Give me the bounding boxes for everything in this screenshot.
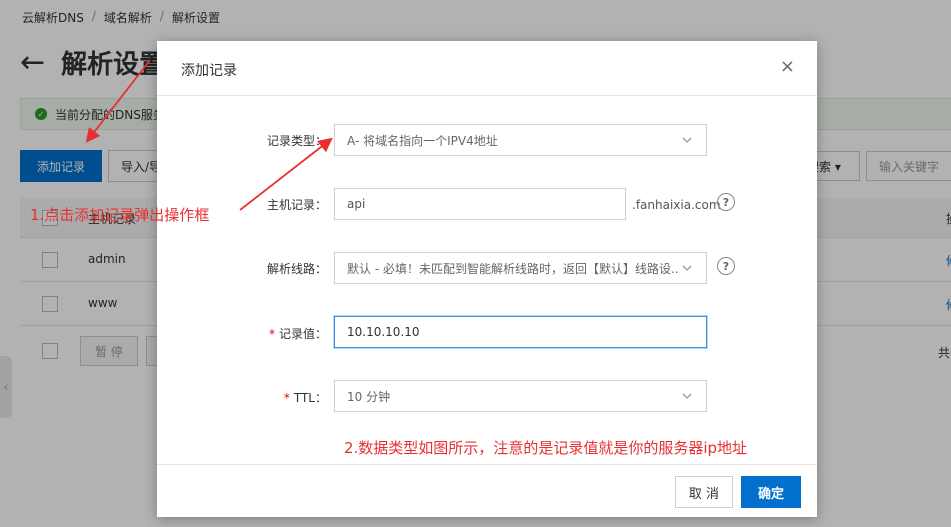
chevron-down-icon [682, 393, 692, 399]
annotation-step2: 2.数据类型如图所示，注意的是记录值就是你的服务器ip地址 [344, 439, 748, 457]
annotation-step1: 1.点击添加记录弹出操作框 [30, 206, 210, 224]
record-type-label: 记录类型： [266, 134, 327, 148]
domain-suffix: .fanhaixia.com [632, 198, 721, 212]
chevron-down-icon [682, 137, 692, 143]
resolve-line-value: 默认 - 必填！未匹配到智能解析线路时，返回【默认】线路设... [347, 261, 680, 276]
record-type-select[interactable]: A- 将域名指向一个IPV4地址 [334, 124, 707, 156]
ttl-select[interactable]: 10 分钟 [334, 380, 707, 412]
host-record-input[interactable]: api [334, 188, 626, 220]
record-type-value: A- 将域名指向一个IPV4地址 [347, 133, 498, 148]
dialog-footer: 取 消 确定 [157, 464, 817, 517]
cancel-button[interactable]: 取 消 [675, 476, 733, 508]
close-icon[interactable]: × [780, 58, 795, 76]
record-value-label: * 记录值： [157, 325, 327, 342]
dialog-title: 添加记录 [181, 63, 237, 79]
ttl-value: 10 分钟 [347, 389, 391, 404]
help-icon[interactable]: ? [717, 257, 735, 275]
record-value-input[interactable]: 10.10.10.10 [334, 316, 707, 348]
resolve-line-label: 解析线路： [266, 262, 327, 276]
resolve-line-select[interactable]: 默认 - 必填！未匹配到智能解析线路时，返回【默认】线路设... [334, 252, 707, 284]
chevron-down-icon [682, 265, 692, 271]
required-marker: * [283, 391, 290, 405]
required-marker: * [268, 327, 275, 341]
help-icon[interactable]: ? [717, 193, 735, 211]
confirm-button[interactable]: 确定 [741, 476, 801, 508]
record-value-label-text: 记录值： [278, 327, 327, 341]
dialog-header: 添加记录 × [157, 41, 817, 96]
ttl-label-text: TTL： [293, 391, 327, 405]
ttl-label: * TTL： [157, 389, 327, 406]
